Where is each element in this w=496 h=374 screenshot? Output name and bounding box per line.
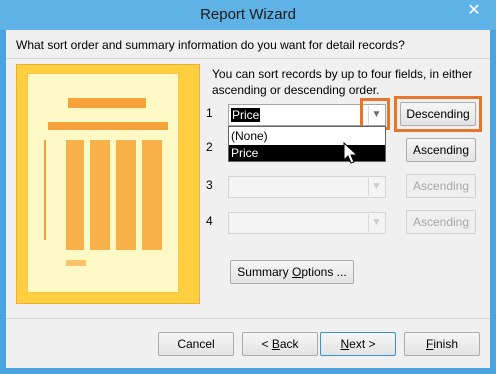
next-button[interactable]: Next > [320, 332, 396, 356]
report-footer-graphic [66, 260, 86, 266]
header-divider [6, 58, 490, 59]
report-column-graphic [142, 140, 162, 250]
title-bar[interactable]: Report Wizard ✕ [0, 0, 496, 30]
cancel-button[interactable]: Cancel [158, 332, 234, 356]
sort-order-2-button[interactable]: Ascending [406, 138, 476, 162]
next-accesskey: N [340, 337, 350, 351]
sort-field-1-dropdown: (None) Price [228, 126, 386, 162]
chevron-down-icon[interactable]: ▼ [368, 214, 384, 232]
finish-button[interactable]: Finish [404, 332, 480, 356]
sort-number-1: 1 [206, 106, 213, 120]
sort-field-1-value: Price [231, 108, 261, 122]
report-column-graphic [116, 140, 136, 250]
back-label-rest: ack [279, 337, 299, 351]
sort-order-4-button[interactable]: Ascending [406, 210, 476, 234]
sort-order-highlight [394, 96, 482, 132]
sort-field-4-combo[interactable]: ▼ [228, 212, 386, 234]
window-title: Report Wizard [200, 6, 296, 23]
sort-instructions: You can sort records by up to four field… [212, 67, 473, 97]
summary-options-label: Summary [237, 265, 292, 279]
report-column-graphic [90, 140, 110, 250]
sort-arrow-icon [44, 140, 46, 240]
finish-label-rest: inish [433, 337, 459, 351]
back-button[interactable]: < Back [242, 332, 318, 356]
report-title-bar-graphic [68, 98, 146, 108]
summary-options-accesskey: O [291, 265, 302, 279]
sort-number-3: 3 [206, 178, 213, 192]
mouse-cursor-icon [343, 142, 359, 164]
report-page-graphic [27, 73, 179, 293]
wizard-body: What sort order and summary information … [6, 30, 490, 368]
wizard-question: What sort order and summary information … [16, 38, 405, 52]
next-label-rest: ext > [349, 337, 376, 351]
report-column-graphic [66, 140, 84, 250]
back-label: < [261, 337, 272, 351]
report-wizard-window: Report Wizard ✕ What sort order and summ… [0, 0, 496, 374]
footer-divider [6, 318, 490, 319]
sort-number-2: 2 [206, 140, 213, 154]
sort-order-3-button[interactable]: Ascending [406, 174, 476, 198]
sort-field-3-combo[interactable]: ▼ [228, 176, 386, 198]
sort-number-4: 4 [206, 214, 213, 228]
report-preview-illustration [16, 64, 200, 304]
back-accesskey: B [271, 337, 280, 351]
close-icon[interactable]: ✕ [454, 1, 494, 21]
chevron-down-icon[interactable]: ▼ [368, 178, 384, 196]
report-header-bar-graphic [48, 122, 168, 130]
summary-options-button[interactable]: Summary Options ... [230, 260, 354, 284]
summary-options-label-rest: ptions ... [301, 265, 347, 279]
